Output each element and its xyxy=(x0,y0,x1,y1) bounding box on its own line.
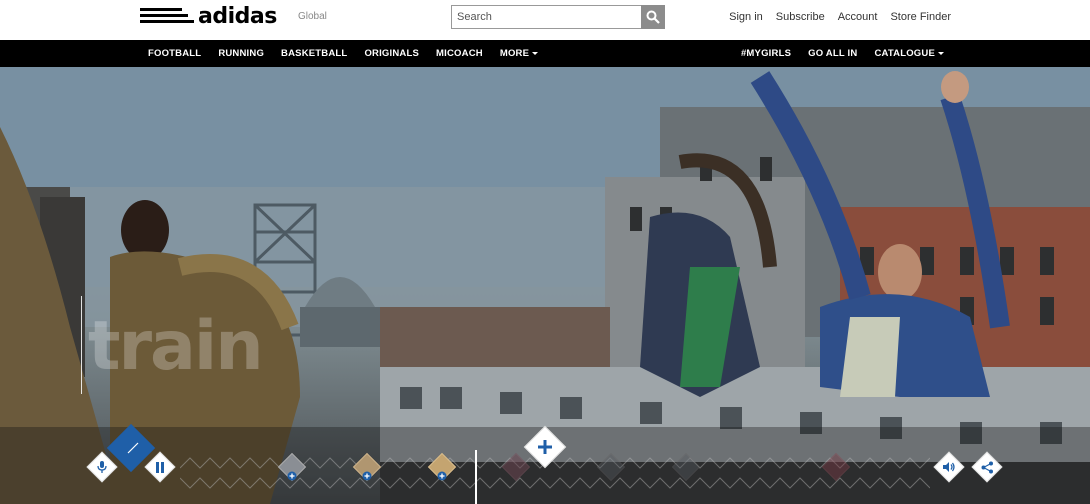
search-box xyxy=(451,5,665,29)
sign-in-link[interactable]: Sign in xyxy=(729,11,763,23)
search-icon xyxy=(646,10,660,24)
logo-stripes-icon xyxy=(140,6,194,26)
adidas-logo[interactable]: adidas xyxy=(140,3,277,29)
hero-overlay-word: train xyxy=(88,307,264,386)
pause-icon xyxy=(156,461,164,473)
search-button[interactable] xyxy=(641,5,665,29)
account-link[interactable]: Account xyxy=(838,11,878,23)
nav-more[interactable]: MORE xyxy=(500,48,539,59)
nav-basketball[interactable]: BASKETBALL xyxy=(281,48,347,59)
plus-icon xyxy=(362,471,372,481)
volume-icon xyxy=(943,462,955,472)
caret-down-icon xyxy=(938,51,944,55)
chapter-thumbnail-5[interactable] xyxy=(595,451,627,483)
nav-football[interactable]: FOOTBALL xyxy=(148,48,201,59)
volume-button[interactable] xyxy=(933,451,965,483)
nav-originals[interactable]: ORIGINALS xyxy=(364,48,419,59)
chapter-thumbnail-1[interactable] xyxy=(276,451,308,483)
account-links: Sign in Subscribe Account Store Finder xyxy=(729,11,951,23)
nav-running[interactable]: RUNNING xyxy=(218,48,264,59)
pause-button[interactable] xyxy=(144,451,176,483)
main-nav: FOOTBALL RUNNING BASKETBALL ORIGINALS MI… xyxy=(0,40,1090,67)
caret-down-icon xyxy=(532,51,539,55)
top-header: adidas Global Sign in Subscribe Account … xyxy=(0,0,1090,40)
subscribe-link[interactable]: Subscribe xyxy=(776,11,825,23)
nav-catalogue[interactable]: CATALOGUE xyxy=(874,48,944,59)
plus-icon xyxy=(287,471,297,481)
plus-icon xyxy=(437,471,447,481)
share-icon xyxy=(981,461,993,473)
text-cursor-line xyxy=(81,296,82,394)
share-button[interactable] xyxy=(971,451,1003,483)
search-input[interactable] xyxy=(451,5,641,29)
brand-wordmark: adidas xyxy=(198,3,277,29)
add-chapter-button[interactable] xyxy=(522,424,568,470)
plus-icon xyxy=(538,440,552,454)
chapter-thumbnail-3[interactable] xyxy=(426,451,458,483)
timeline-playhead[interactable] xyxy=(475,450,477,504)
region-label[interactable]: Global xyxy=(298,11,327,22)
progress-tick-icon xyxy=(127,442,139,454)
nav-mygirls[interactable]: #MYGIRLS xyxy=(741,48,791,59)
chapter-thumbnail-7[interactable] xyxy=(820,451,852,483)
nav-go-all-in[interactable]: GO ALL IN xyxy=(808,48,857,59)
store-finder-link[interactable]: Store Finder xyxy=(890,11,951,23)
chapter-thumbnail-6[interactable] xyxy=(670,451,702,483)
chapter-thumbnail-2[interactable] xyxy=(351,451,383,483)
nav-right-group: #MYGIRLS GO ALL IN CATALOGUE xyxy=(741,40,944,67)
nav-micoach[interactable]: MICOACH xyxy=(436,48,483,59)
nav-left-group: FOOTBALL RUNNING BASKETBALL ORIGINALS MI… xyxy=(148,40,539,67)
